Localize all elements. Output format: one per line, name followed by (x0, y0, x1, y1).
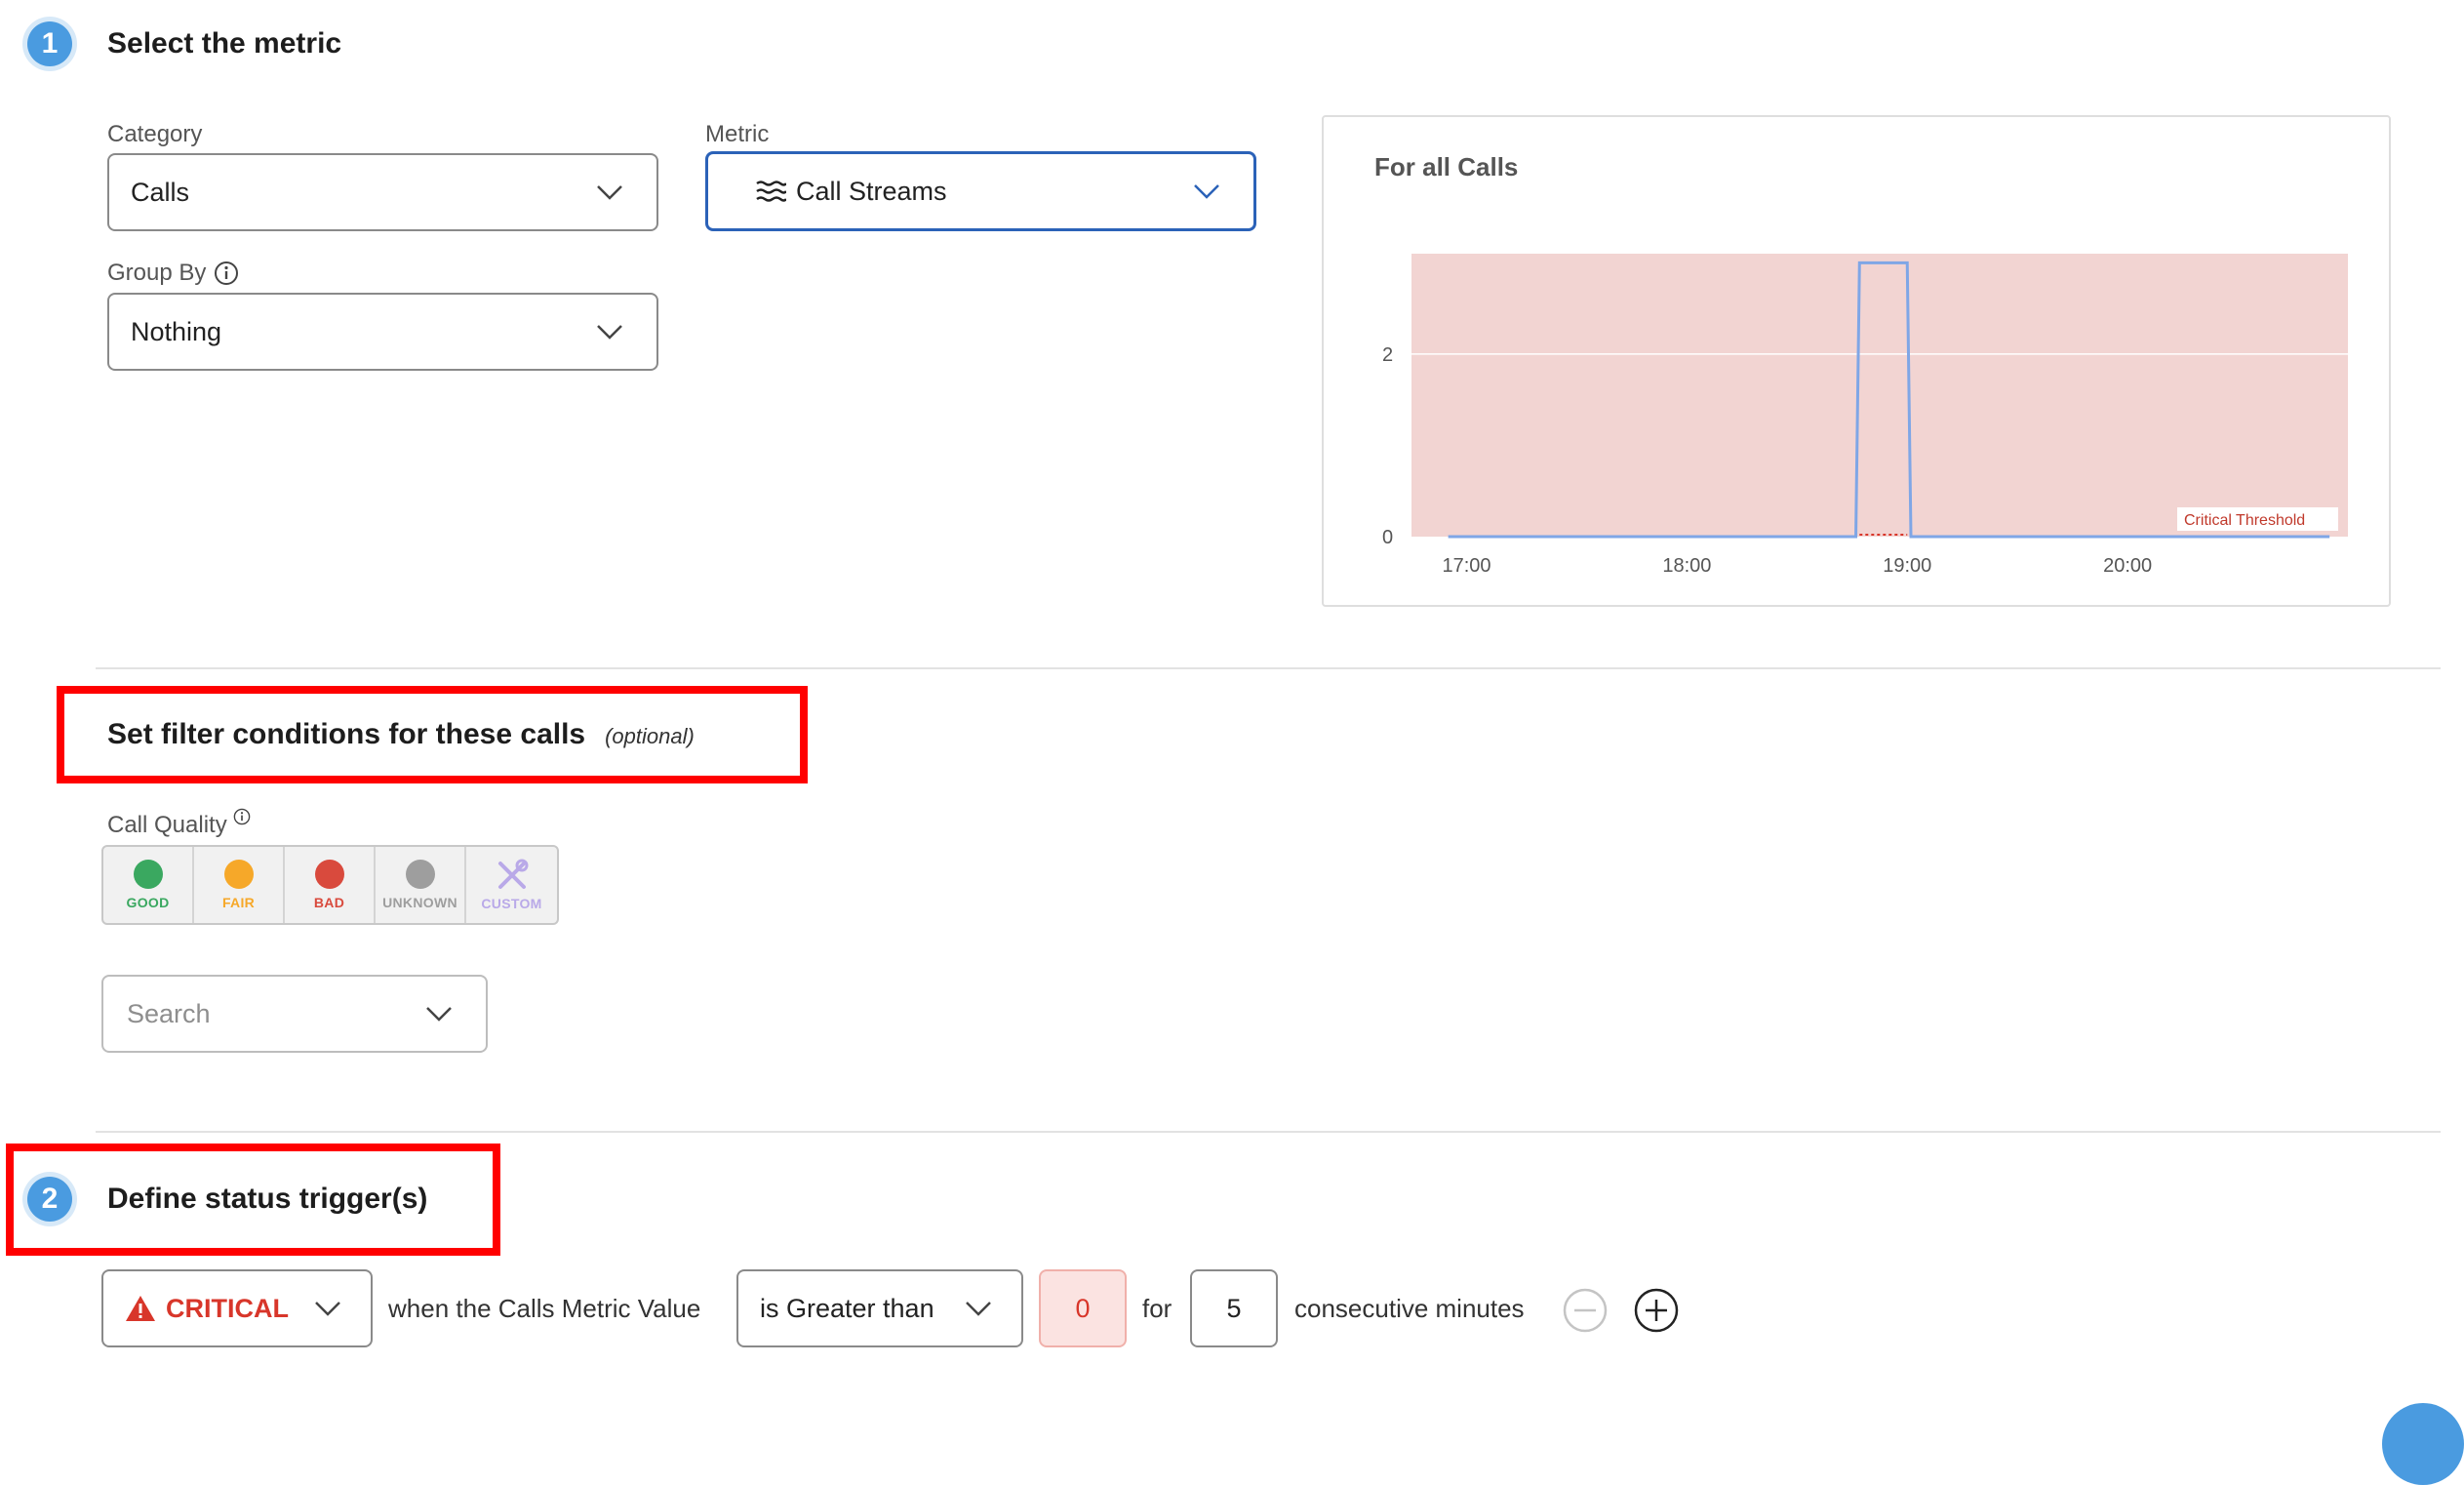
quality-unknown-button[interactable]: UNKNOWN (376, 847, 466, 923)
chevron-down-icon (426, 1007, 452, 1022)
filter-title: Set filter conditions for these calls (107, 718, 586, 750)
quality-bad-label: BAD (313, 895, 345, 910)
add-trigger-icon[interactable] (1633, 1287, 1680, 1334)
critical-threshold-region (1411, 254, 2348, 537)
filter-optional: (optional) (605, 724, 695, 748)
chevron-down-icon (966, 1302, 991, 1316)
chat-launcher-button[interactable] (2382, 1403, 2464, 1485)
fair-dot-icon (223, 860, 254, 889)
group-by-label-row: Group By (107, 260, 239, 287)
severity-select[interactable]: CRITICAL (101, 1269, 373, 1347)
quality-custom-label: CUSTOM (481, 896, 542, 911)
step-2-title: Define status trigger(s) (107, 1183, 428, 1215)
metric-label: Metric (705, 121, 770, 147)
quality-fair-label: FAIR (221, 895, 256, 910)
section-divider (96, 667, 2441, 669)
x-tick-label: 18:00 (1662, 555, 1711, 577)
chevron-down-icon (315, 1302, 340, 1316)
quality-good-label: GOOD (126, 895, 170, 910)
call-quality-label-row: Call Quality (107, 808, 251, 839)
x-tick-label: 17:00 (1442, 555, 1490, 577)
section-divider (96, 1131, 2441, 1133)
y-tick-label: 0 (1382, 527, 1393, 548)
step-1-title: Select the metric (107, 27, 342, 60)
severity-value: CRITICAL (166, 1293, 289, 1323)
chevron-down-icon (597, 185, 622, 200)
search-select[interactable]: Search (101, 975, 488, 1053)
step-2-badge: 2 (27, 1177, 72, 1222)
category-label: Category (107, 121, 203, 147)
threshold-value: 0 (1075, 1293, 1091, 1323)
unknown-dot-icon (405, 860, 435, 889)
quality-bad-button[interactable]: BAD (285, 847, 376, 923)
group-by-label: Group By (107, 260, 207, 286)
info-icon[interactable] (214, 261, 239, 286)
minutes-input[interactable]: 5 (1190, 1269, 1278, 1347)
chevron-down-icon (1194, 184, 1219, 199)
chart-panel: For all Calls 2 0 17:00 18:00 19:00 20:00 Crit… (1322, 115, 2391, 607)
group-by-value: Nothing (131, 316, 222, 346)
warning-icon (126, 1296, 155, 1321)
for-text: for (1142, 1294, 1172, 1323)
call-quality-filter: GOOD FAIR BAD UNKNOWN CUSTOM (101, 845, 559, 925)
remove-trigger-icon[interactable] (1562, 1287, 1609, 1334)
x-tick-label: 19:00 (1883, 555, 1931, 577)
category-select[interactable]: Calls (107, 153, 658, 231)
info-icon[interactable] (233, 808, 251, 825)
step-1-badge: 1 (27, 21, 72, 66)
group-by-select[interactable]: Nothing (107, 293, 658, 371)
metric-value: Call Streams (796, 176, 947, 206)
filter-heading: Set filter conditions for these calls (o… (107, 718, 695, 751)
operator-select[interactable]: is Greater than (736, 1269, 1023, 1347)
call-quality-label: Call Quality (107, 812, 227, 838)
chevron-down-icon (597, 325, 622, 340)
quality-unknown-label: UNKNOWN (382, 895, 457, 910)
quality-fair-button[interactable]: FAIR (194, 847, 285, 923)
category-value: Calls (131, 177, 190, 207)
metric-select[interactable]: Call Streams (705, 151, 1256, 231)
threshold-value-input[interactable]: 0 (1039, 1269, 1127, 1347)
quality-good-button[interactable]: GOOD (103, 847, 194, 923)
waves-icon (756, 181, 786, 202)
quality-custom-button[interactable]: CUSTOM (466, 847, 557, 923)
when-text: when the Calls Metric Value (388, 1294, 701, 1323)
good-dot-icon (133, 860, 163, 889)
chart-svg: 2 0 17:00 18:00 19:00 20:00 Critical Threshold (1382, 254, 2348, 577)
search-placeholder: Search (127, 998, 211, 1028)
operator-value: is Greater than (760, 1293, 934, 1323)
y-tick-label: 2 (1382, 344, 1393, 366)
x-tick-label: 20:00 (2103, 555, 2152, 577)
minutes-value: 5 (1226, 1293, 1242, 1323)
tools-icon (497, 859, 528, 889)
bad-dot-icon (314, 860, 344, 889)
suffix-text: consecutive minutes (1294, 1294, 1525, 1323)
threshold-label: Critical Threshold (2184, 512, 2305, 529)
